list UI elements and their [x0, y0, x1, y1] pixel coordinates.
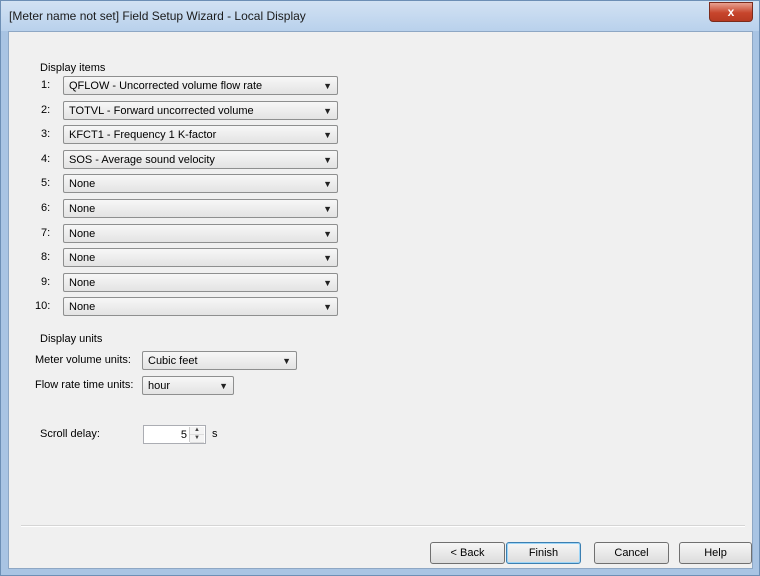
display-item-select-8[interactable]: None ▼: [63, 248, 338, 267]
window-title: [Meter name not set] Field Setup Wizard …: [9, 9, 306, 23]
display-item-value: None: [69, 301, 96, 313]
finish-button-label: Finish: [528, 547, 559, 559]
button-separator: [21, 525, 745, 527]
help-button[interactable]: Help: [679, 542, 752, 564]
flow-rate-time-units-select[interactable]: hour ▼: [142, 376, 234, 395]
scroll-delay-value: 5: [180, 429, 187, 441]
display-item-select-10[interactable]: None ▼: [63, 297, 338, 316]
display-items-label: Display items: [40, 62, 106, 74]
flow-rate-time-units-label: Flow rate time units:: [35, 379, 134, 391]
spin-up-icon[interactable]: ▲: [190, 427, 204, 435]
display-item-value: None: [69, 178, 96, 190]
display-item-number: 6:: [41, 202, 51, 214]
display-item-select-5[interactable]: None ▼: [63, 174, 338, 193]
display-item-select-3[interactable]: KFCT1 - Frequency 1 K-factor ▼: [63, 125, 338, 144]
display-item-value: None: [69, 203, 96, 215]
close-icon: x: [727, 5, 735, 19]
display-item-number: 9:: [41, 276, 51, 288]
display-units-label: Display units: [40, 333, 103, 345]
spin-buttons: ▲ ▼: [189, 427, 204, 443]
display-item-select-9[interactable]: None ▼: [63, 273, 338, 292]
meter-volume-units-value: Cubic feet: [148, 355, 198, 367]
dialog-window: [Meter name not set] Field Setup Wizard …: [0, 0, 760, 576]
chevron-down-icon: ▼: [219, 381, 228, 391]
chevron-down-icon: ▼: [323, 204, 332, 214]
chevron-down-icon: ▼: [323, 155, 332, 165]
help-button-label: Help: [704, 547, 727, 559]
spin-down-icon[interactable]: ▼: [190, 435, 204, 443]
display-item-select-7[interactable]: None ▼: [63, 224, 338, 243]
chevron-down-icon: ▼: [323, 81, 332, 91]
chevron-down-icon: ▼: [323, 106, 332, 116]
display-item-select-1[interactable]: QFLOW - Uncorrected volume flow rate ▼: [63, 76, 338, 95]
dialog-client-area: Display items 1: QFLOW - Uncorrected volu…: [8, 31, 753, 569]
display-item-number: 4:: [41, 153, 51, 165]
cancel-button[interactable]: Cancel: [594, 542, 669, 564]
finish-button[interactable]: Finish: [506, 542, 581, 564]
display-item-value: None: [69, 277, 96, 289]
display-item-number: 3:: [41, 128, 51, 140]
display-item-select-2[interactable]: TOTVL - Forward uncorrected volume ▼: [63, 101, 338, 120]
flow-rate-time-units-value: hour: [148, 380, 171, 392]
scroll-delay-label: Scroll delay:: [40, 428, 100, 440]
chevron-down-icon: ▼: [323, 229, 332, 239]
display-item-number: 10:: [35, 300, 51, 312]
chevron-down-icon: ▼: [282, 356, 291, 366]
display-item-number: 2:: [41, 104, 51, 116]
meter-volume-units-label: Meter volume units:: [35, 354, 131, 366]
title-bar[interactable]: [Meter name not set] Field Setup Wizard …: [1, 1, 759, 31]
scroll-delay-spinner[interactable]: 5 ▲ ▼: [143, 425, 206, 444]
meter-volume-units-select[interactable]: Cubic feet ▼: [142, 351, 297, 370]
close-button[interactable]: x: [709, 2, 753, 22]
chevron-down-icon: ▼: [323, 278, 332, 288]
display-item-value: SOS - Average sound velocity: [69, 154, 215, 166]
display-item-value: TOTVL - Forward uncorrected volume: [69, 105, 254, 117]
display-item-value: QFLOW - Uncorrected volume flow rate: [69, 80, 263, 92]
display-item-number: 1:: [41, 79, 51, 91]
display-item-number: 8:: [41, 251, 51, 263]
chevron-down-icon: ▼: [323, 302, 332, 312]
cancel-button-label: Cancel: [614, 547, 649, 559]
chevron-down-icon: ▼: [323, 179, 332, 189]
display-item-value: None: [69, 228, 96, 240]
chevron-down-icon: ▼: [323, 130, 332, 140]
back-button-label: < Back: [450, 547, 485, 559]
display-item-number: 5:: [41, 177, 51, 189]
back-button[interactable]: < Back: [430, 542, 505, 564]
display-item-select-4[interactable]: SOS - Average sound velocity ▼: [63, 150, 338, 169]
display-item-select-6[interactable]: None ▼: [63, 199, 338, 218]
display-item-value: None: [69, 252, 96, 264]
display-item-value: KFCT1 - Frequency 1 K-factor: [69, 129, 217, 141]
scroll-delay-unit: s: [212, 428, 218, 440]
display-item-number: 7:: [41, 227, 51, 239]
chevron-down-icon: ▼: [323, 253, 332, 263]
